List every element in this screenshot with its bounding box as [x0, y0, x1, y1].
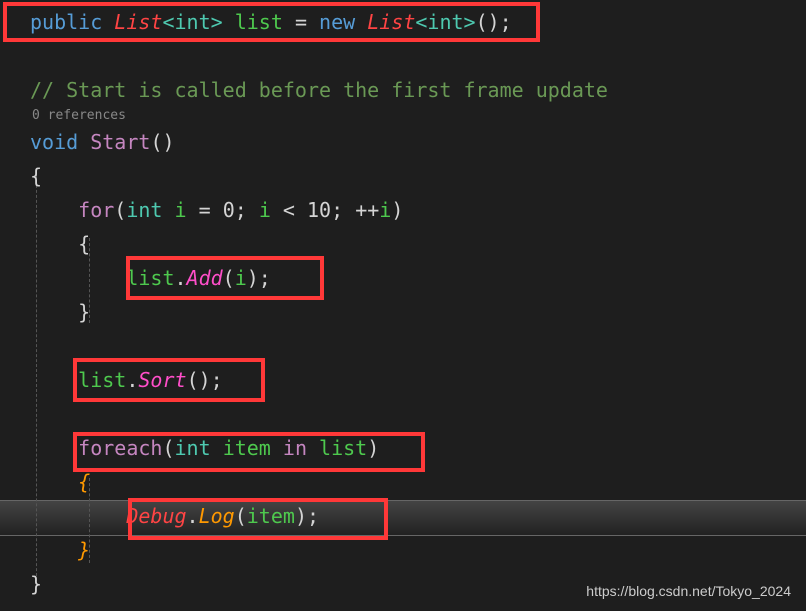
code-line[interactable]: list.Add(i);	[30, 261, 786, 295]
code-line[interactable]: {	[30, 465, 786, 499]
references-codelens[interactable]: 0 references	[30, 107, 786, 125]
code-line[interactable]: for(int i = 0; i < 10; ++i)	[30, 193, 786, 227]
watermark: https://blog.csdn.net/Tokyo_2024	[586, 583, 791, 599]
blank-line[interactable]	[30, 397, 786, 431]
comment-line[interactable]: // Start is called before the first fram…	[30, 73, 786, 107]
code-line[interactable]: Debug.Log(item);	[30, 499, 786, 533]
code-line[interactable]: foreach(int item in list)	[30, 431, 786, 465]
code-line[interactable]: public List<int> list = new List<int>();	[30, 5, 786, 39]
code-line[interactable]: {	[30, 227, 786, 261]
blank-line[interactable]	[30, 329, 786, 363]
blank-line[interactable]	[30, 39, 786, 73]
code-editor[interactable]: public List<int> list = new List<int>();…	[0, 0, 806, 606]
code-line[interactable]: list.Sort();	[30, 363, 786, 397]
code-line[interactable]: }	[30, 533, 786, 567]
code-line[interactable]: void Start()	[30, 125, 786, 159]
code-line[interactable]: }	[30, 295, 786, 329]
code-line[interactable]: {	[30, 159, 786, 193]
